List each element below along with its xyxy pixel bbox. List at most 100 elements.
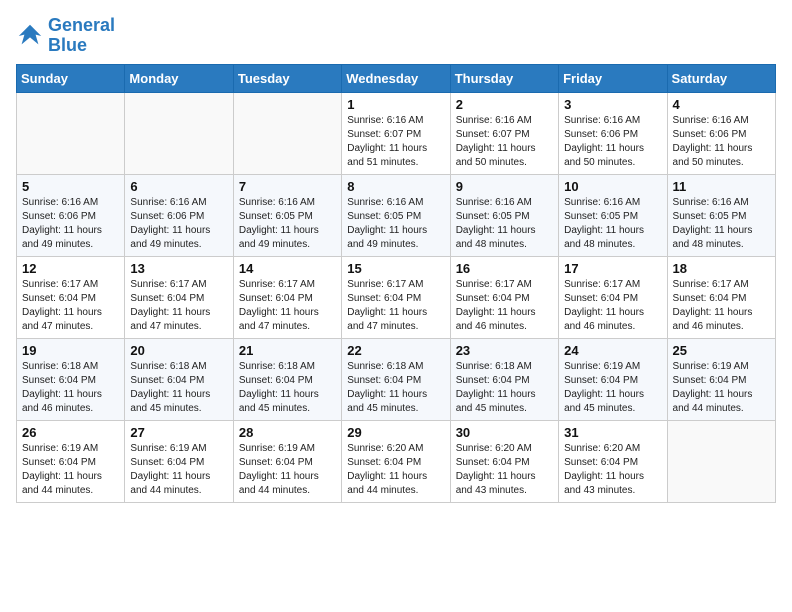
calendar-week-row: 1 Sunrise: 6:16 AM Sunset: 6:07 PM Daylig… bbox=[17, 92, 776, 174]
day-number: 16 bbox=[456, 261, 553, 276]
calendar-cell: 16 Sunrise: 6:17 AM Sunset: 6:04 PM Dayli… bbox=[450, 256, 558, 338]
day-info: Sunrise: 6:19 AM Sunset: 6:04 PM Dayligh… bbox=[239, 442, 336, 498]
day-number: 18 bbox=[673, 261, 770, 276]
day-info: Sunrise: 6:18 AM Sunset: 6:04 PM Dayligh… bbox=[347, 360, 444, 416]
day-number: 30 bbox=[456, 425, 553, 440]
col-header-tuesday: Tuesday bbox=[233, 64, 341, 92]
day-number: 25 bbox=[673, 343, 770, 358]
day-number: 29 bbox=[347, 425, 444, 440]
day-info: Sunrise: 6:16 AM Sunset: 6:05 PM Dayligh… bbox=[239, 196, 336, 252]
day-number: 21 bbox=[239, 343, 336, 358]
calendar-cell: 27 Sunrise: 6:19 AM Sunset: 6:04 PM Dayli… bbox=[125, 420, 233, 502]
calendar-cell: 17 Sunrise: 6:17 AM Sunset: 6:04 PM Dayli… bbox=[559, 256, 667, 338]
day-number: 17 bbox=[564, 261, 661, 276]
day-number: 27 bbox=[130, 425, 227, 440]
calendar-cell: 4 Sunrise: 6:16 AM Sunset: 6:06 PM Daylig… bbox=[667, 92, 775, 174]
logo-text: General Blue bbox=[48, 16, 115, 56]
calendar-cell: 12 Sunrise: 6:17 AM Sunset: 6:04 PM Dayli… bbox=[17, 256, 125, 338]
day-number: 20 bbox=[130, 343, 227, 358]
calendar-cell: 28 Sunrise: 6:19 AM Sunset: 6:04 PM Dayli… bbox=[233, 420, 341, 502]
day-info: Sunrise: 6:19 AM Sunset: 6:04 PM Dayligh… bbox=[22, 442, 119, 498]
day-number: 3 bbox=[564, 97, 661, 112]
page-header: General Blue bbox=[16, 16, 776, 56]
day-number: 8 bbox=[347, 179, 444, 194]
day-number: 9 bbox=[456, 179, 553, 194]
logo-icon bbox=[16, 22, 44, 50]
day-info: Sunrise: 6:17 AM Sunset: 6:04 PM Dayligh… bbox=[673, 278, 770, 334]
calendar-cell: 18 Sunrise: 6:17 AM Sunset: 6:04 PM Dayli… bbox=[667, 256, 775, 338]
day-number: 15 bbox=[347, 261, 444, 276]
calendar-cell bbox=[125, 92, 233, 174]
calendar-cell: 7Sunrise: 6:16 AM Sunset: 6:05 PM Daylig… bbox=[233, 174, 341, 256]
day-info: Sunrise: 6:19 AM Sunset: 6:04 PM Dayligh… bbox=[564, 360, 661, 416]
calendar-table: SundayMondayTuesdayWednesdayThursdayFrid… bbox=[16, 64, 776, 503]
day-info: Sunrise: 6:17 AM Sunset: 6:04 PM Dayligh… bbox=[239, 278, 336, 334]
calendar-cell: 10 Sunrise: 6:16 AM Sunset: 6:05 PM Dayli… bbox=[559, 174, 667, 256]
calendar-cell: 14 Sunrise: 6:17 AM Sunset: 6:04 PM Dayli… bbox=[233, 256, 341, 338]
day-info: Sunrise: 6:16 AM Sunset: 6:07 PM Dayligh… bbox=[456, 114, 553, 170]
day-info: Sunrise: 6:16 AM Sunset: 6:06 PM Dayligh… bbox=[22, 196, 119, 252]
day-info: Sunrise: 6:16 AM Sunset: 6:05 PM Dayligh… bbox=[673, 196, 770, 252]
calendar-cell: 15 Sunrise: 6:17 AM Sunset: 6:04 PM Dayli… bbox=[342, 256, 450, 338]
day-number: 12 bbox=[22, 261, 119, 276]
day-number: 6 bbox=[130, 179, 227, 194]
day-info: Sunrise: 6:19 AM Sunset: 6:04 PM Dayligh… bbox=[130, 442, 227, 498]
col-header-sunday: Sunday bbox=[17, 64, 125, 92]
day-number: 4 bbox=[673, 97, 770, 112]
day-info: Sunrise: 6:18 AM Sunset: 6:04 PM Dayligh… bbox=[456, 360, 553, 416]
day-number: 14 bbox=[239, 261, 336, 276]
day-number: 1 bbox=[347, 97, 444, 112]
calendar-week-row: 26 Sunrise: 6:19 AM Sunset: 6:04 PM Dayli… bbox=[17, 420, 776, 502]
day-number: 19 bbox=[22, 343, 119, 358]
day-info: Sunrise: 6:18 AM Sunset: 6:04 PM Dayligh… bbox=[22, 360, 119, 416]
calendar-cell: 29 Sunrise: 6:20 AM Sunset: 6:04 PM Dayli… bbox=[342, 420, 450, 502]
calendar-cell: 30 Sunrise: 6:20 AM Sunset: 6:04 PM Dayli… bbox=[450, 420, 558, 502]
day-info: Sunrise: 6:20 AM Sunset: 6:04 PM Dayligh… bbox=[564, 442, 661, 498]
col-header-saturday: Saturday bbox=[667, 64, 775, 92]
calendar-cell bbox=[17, 92, 125, 174]
col-header-friday: Friday bbox=[559, 64, 667, 92]
day-number: 10 bbox=[564, 179, 661, 194]
calendar-cell: 3 Sunrise: 6:16 AM Sunset: 6:06 PM Daylig… bbox=[559, 92, 667, 174]
day-info: Sunrise: 6:17 AM Sunset: 6:04 PM Dayligh… bbox=[456, 278, 553, 334]
day-info: Sunrise: 6:16 AM Sunset: 6:05 PM Dayligh… bbox=[456, 196, 553, 252]
col-header-wednesday: Wednesday bbox=[342, 64, 450, 92]
day-info: Sunrise: 6:16 AM Sunset: 6:06 PM Dayligh… bbox=[130, 196, 227, 252]
calendar-header-row: SundayMondayTuesdayWednesdayThursdayFrid… bbox=[17, 64, 776, 92]
calendar-cell: 8Sunrise: 6:16 AM Sunset: 6:05 PM Daylig… bbox=[342, 174, 450, 256]
day-info: Sunrise: 6:16 AM Sunset: 6:06 PM Dayligh… bbox=[673, 114, 770, 170]
day-info: Sunrise: 6:20 AM Sunset: 6:04 PM Dayligh… bbox=[347, 442, 444, 498]
day-info: Sunrise: 6:16 AM Sunset: 6:05 PM Dayligh… bbox=[564, 196, 661, 252]
day-info: Sunrise: 6:18 AM Sunset: 6:04 PM Dayligh… bbox=[130, 360, 227, 416]
calendar-cell bbox=[233, 92, 341, 174]
day-info: Sunrise: 6:16 AM Sunset: 6:06 PM Dayligh… bbox=[564, 114, 661, 170]
day-info: Sunrise: 6:20 AM Sunset: 6:04 PM Dayligh… bbox=[456, 442, 553, 498]
calendar-cell: 6 Sunrise: 6:16 AM Sunset: 6:06 PM Daylig… bbox=[125, 174, 233, 256]
calendar-cell: 24 Sunrise: 6:19 AM Sunset: 6:04 PM Dayli… bbox=[559, 338, 667, 420]
calendar-cell: 21 Sunrise: 6:18 AM Sunset: 6:04 PM Dayli… bbox=[233, 338, 341, 420]
day-info: Sunrise: 6:17 AM Sunset: 6:04 PM Dayligh… bbox=[130, 278, 227, 334]
calendar-cell: 20 Sunrise: 6:18 AM Sunset: 6:04 PM Dayli… bbox=[125, 338, 233, 420]
calendar-cell: 5Sunrise: 6:16 AM Sunset: 6:06 PM Daylig… bbox=[17, 174, 125, 256]
day-number: 31 bbox=[564, 425, 661, 440]
calendar-cell: 13Sunrise: 6:17 AM Sunset: 6:04 PM Dayli… bbox=[125, 256, 233, 338]
day-info: Sunrise: 6:19 AM Sunset: 6:04 PM Dayligh… bbox=[673, 360, 770, 416]
day-number: 11 bbox=[673, 179, 770, 194]
day-number: 26 bbox=[22, 425, 119, 440]
calendar-cell: 25 Sunrise: 6:19 AM Sunset: 6:04 PM Dayli… bbox=[667, 338, 775, 420]
day-info: Sunrise: 6:17 AM Sunset: 6:04 PM Dayligh… bbox=[347, 278, 444, 334]
calendar-cell: 2Sunrise: 6:16 AM Sunset: 6:07 PM Daylig… bbox=[450, 92, 558, 174]
calendar-cell: 9 Sunrise: 6:16 AM Sunset: 6:05 PM Daylig… bbox=[450, 174, 558, 256]
calendar-cell: 31 Sunrise: 6:20 AM Sunset: 6:04 PM Dayli… bbox=[559, 420, 667, 502]
col-header-thursday: Thursday bbox=[450, 64, 558, 92]
day-number: 28 bbox=[239, 425, 336, 440]
calendar-cell: 11 Sunrise: 6:16 AM Sunset: 6:05 PM Dayli… bbox=[667, 174, 775, 256]
col-header-monday: Monday bbox=[125, 64, 233, 92]
day-info: Sunrise: 6:17 AM Sunset: 6:04 PM Dayligh… bbox=[564, 278, 661, 334]
day-info: Sunrise: 6:17 AM Sunset: 6:04 PM Dayligh… bbox=[22, 278, 119, 334]
calendar-week-row: 19 Sunrise: 6:18 AM Sunset: 6:04 PM Dayli… bbox=[17, 338, 776, 420]
logo: General Blue bbox=[16, 16, 115, 56]
calendar-cell bbox=[667, 420, 775, 502]
day-number: 24 bbox=[564, 343, 661, 358]
day-info: Sunrise: 6:18 AM Sunset: 6:04 PM Dayligh… bbox=[239, 360, 336, 416]
